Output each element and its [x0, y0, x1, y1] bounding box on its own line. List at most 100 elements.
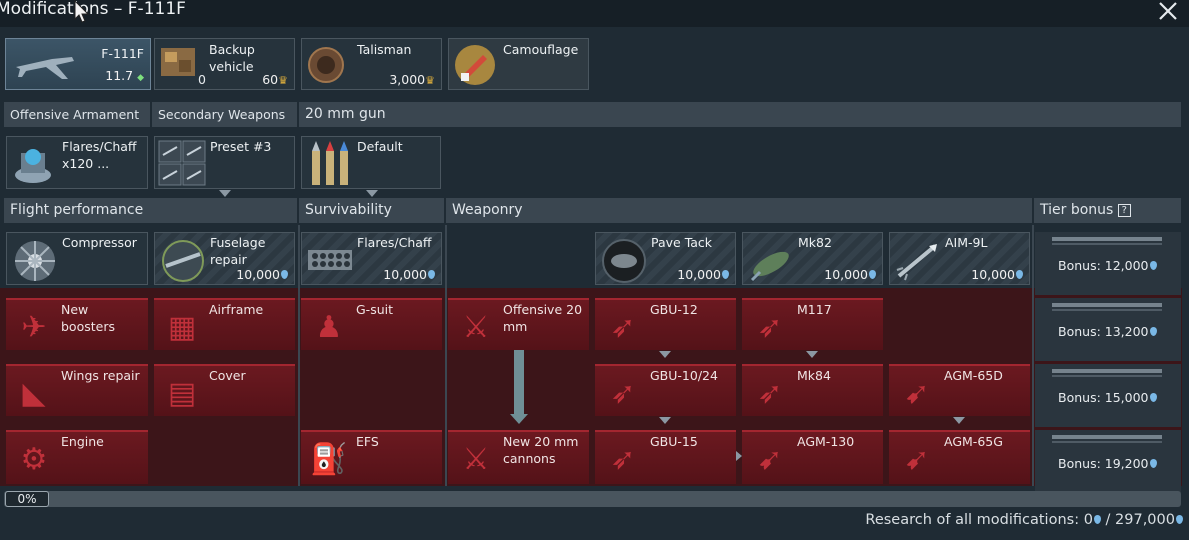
fuselage-repair-icon — [162, 240, 204, 282]
header-weaponry: Weaponry — [446, 198, 1032, 223]
bomb-icon — [750, 251, 789, 282]
ammo-belt-icon — [312, 141, 348, 185]
dependency-arrow-icon — [659, 417, 671, 424]
research-progress-percent: 0% — [5, 491, 49, 507]
missile-preset-icon — [158, 140, 206, 186]
mod-compressor[interactable]: Compressor — [6, 232, 148, 285]
bonus-bar — [1052, 237, 1162, 241]
header-secondary-weapons: Secondary Weapons — [152, 102, 297, 127]
mod-gbu-15[interactable]: ➶ GBU-15 — [595, 430, 736, 484]
bonus-bar — [1052, 303, 1162, 307]
efs-label: EFS — [356, 434, 379, 449]
guided-bomb-icon: ➶ — [610, 442, 636, 477]
column-divider — [445, 225, 447, 486]
wings-repair-label: Wings repair — [61, 368, 140, 383]
dependency-arrow-icon — [806, 351, 818, 358]
research-points-icon — [869, 270, 876, 279]
research-points-icon — [722, 270, 729, 279]
bomb-icon: ➶ — [757, 376, 783, 411]
tier-bonus-4: Bonus: 19,200 — [1035, 430, 1181, 493]
g-suit-icon: ♟ — [315, 310, 343, 345]
mod-pave-tack[interactable]: Pave Tack 10,000 — [595, 232, 736, 285]
vehicle-card[interactable]: F-111F 11.7 ◆ — [5, 38, 151, 90]
cover-label: Cover — [209, 368, 246, 383]
gbu-12-label: GBU-12 — [650, 302, 698, 317]
long-dependency-arrow-icon — [514, 350, 524, 416]
fire-suppression-icon: ⛽ — [310, 442, 348, 477]
gbu-15-label: GBU-15 — [650, 434, 698, 449]
research-points-icon — [1149, 327, 1157, 336]
research-points-icon — [1016, 270, 1023, 279]
backup-count: 0 — [198, 72, 206, 87]
tier-bonus-value: Bonus: 19,200 — [1058, 456, 1157, 471]
mod-aim-9l[interactable]: AIM-9L 10,000 — [889, 232, 1030, 285]
bonus-bar — [1052, 375, 1162, 377]
tier-bonus-value: Bonus: 13,200 — [1058, 324, 1157, 339]
tier-bonus-value: Bonus: 15,000 — [1058, 390, 1157, 405]
weapon-card-default-belt[interactable]: Default — [301, 136, 441, 189]
bonus-bar — [1052, 243, 1162, 245]
research-points-icon — [1149, 459, 1157, 468]
mk84-label: Mk84 — [797, 368, 831, 383]
mod-gbu-12[interactable]: ➶ GBU-12 — [595, 298, 736, 350]
column-divider — [298, 225, 300, 486]
vehicle-name: F-111F — [101, 46, 144, 61]
guided-bomb-icon: ➶ — [610, 376, 636, 411]
m117-label: M117 — [797, 302, 832, 317]
airframe-icon: ▦ — [167, 310, 197, 345]
mod-gbu-10-24[interactable]: ➶ GBU-10/24 — [595, 364, 736, 416]
backup-vehicle-card[interactable]: Backup vehicle 0 60♛ — [154, 38, 295, 90]
mod-new-20mm-cannons[interactable]: ⚔ New 20 mm cannons — [448, 430, 589, 484]
weapon-card-flares[interactable]: Flares/Chaff x120 ... — [6, 136, 148, 189]
fuselage-repair-price: 10,000 — [236, 267, 288, 282]
expand-arrow-icon[interactable] — [366, 190, 378, 197]
tier-bonus-value: Bonus: 12,000 — [1058, 258, 1157, 273]
mod-airframe[interactable]: ▦ Airframe — [154, 298, 295, 350]
mod-g-suit[interactable]: ♟ G-suit — [301, 298, 442, 350]
mod-wings-repair[interactable]: ◣ Wings repair — [6, 364, 148, 416]
research-total-label: Research of all modifications: 0 — [865, 512, 1093, 528]
compressor-turbine-icon — [15, 241, 55, 281]
mod-mk84[interactable]: ➶ Mk84 — [742, 364, 883, 416]
mod-flares-chaff[interactable]: Flares/Chaff 10,000 — [301, 232, 442, 285]
bonus-bar — [1052, 435, 1162, 439]
pave-tack-price: 10,000 — [677, 267, 729, 282]
mod-cover[interactable]: ▤ Cover — [154, 364, 295, 416]
mod-engine[interactable]: ⚙ Engine — [6, 430, 148, 484]
wing-icon: ◣ — [22, 376, 46, 411]
mod-offensive-20mm[interactable]: ⚔ Offensive 20 mm — [448, 298, 589, 350]
mod-agm-130[interactable]: ➹ AGM-130 — [742, 430, 883, 484]
mod-mk82[interactable]: Mk82 10,000 — [742, 232, 883, 285]
mod-agm-65g[interactable]: ➹ AGM-65G — [889, 430, 1030, 484]
weapon-card-preset[interactable]: Preset #3 — [154, 136, 295, 189]
mod-agm-65d[interactable]: ➹ AGM-65D — [889, 364, 1030, 416]
expand-arrow-icon[interactable] — [219, 190, 231, 197]
golden-eagle-icon: ♛ — [278, 74, 288, 87]
air-to-air-missile-icon — [896, 244, 937, 281]
mod-fuselage-repair[interactable]: Fuselage repair 10,000 — [154, 232, 295, 285]
research-points-icon — [1093, 515, 1101, 524]
paint-brush-icon — [455, 45, 495, 85]
mod-efs[interactable]: ⛽ EFS — [301, 430, 442, 484]
guided-bomb-icon: ➶ — [610, 310, 636, 345]
help-icon[interactable]: ? — [1117, 203, 1131, 217]
backup-price: 60♛ — [262, 72, 288, 87]
close-icon[interactable] — [1155, 0, 1181, 24]
talisman-card[interactable]: Talisman 3,000♛ — [301, 38, 442, 90]
camouflage-card[interactable]: Camouflage — [448, 38, 589, 90]
air-to-ground-missile-icon: ➹ — [904, 442, 930, 477]
window-title: Modifications – F-111F — [0, 0, 186, 19]
air-to-ground-missile-icon: ➹ — [757, 442, 783, 477]
cover-plate-icon: ▤ — [167, 376, 197, 411]
cannon-icon: ⚔ — [462, 310, 490, 345]
research-progress-bar — [4, 491, 1181, 507]
pave-tack-label: Pave Tack — [651, 235, 713, 250]
br-arrow-icon: ◆ — [137, 73, 144, 83]
aim-9l-price: 10,000 — [971, 267, 1023, 282]
mod-new-boosters[interactable]: ✈ New boosters — [6, 298, 148, 350]
compressor-label: Compressor — [62, 235, 137, 250]
mod-m117[interactable]: ➶ M117 — [742, 298, 883, 350]
header-offensive-armament: Offensive Armament — [4, 102, 150, 127]
tier-bonus-2: Bonus: 13,200 — [1035, 298, 1181, 361]
targeting-pod-icon — [602, 239, 646, 283]
